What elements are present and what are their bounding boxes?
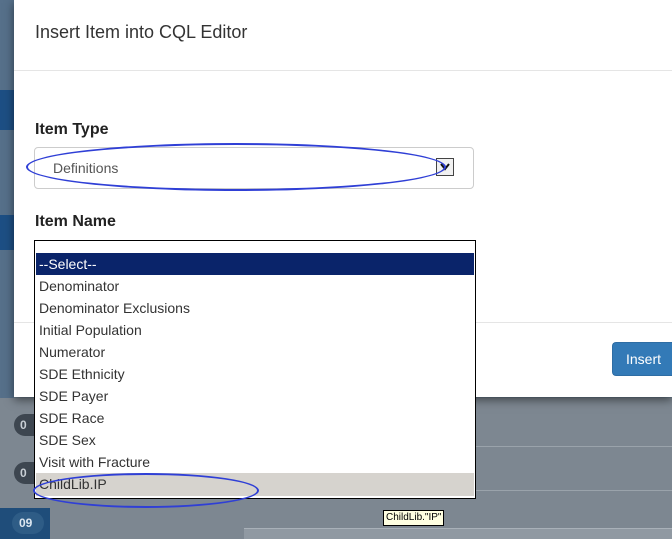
item-name-select-field[interactable] bbox=[35, 241, 475, 253]
modal-header: Insert Item into CQL Editor bbox=[14, 0, 672, 71]
background-sidebar-segment bbox=[0, 90, 14, 130]
list-option[interactable]: SDE Ethnicity bbox=[36, 363, 474, 385]
insert-button[interactable]: Insert bbox=[612, 342, 672, 376]
list-option[interactable]: SDE Race bbox=[36, 407, 474, 429]
item-type-value: Definitions bbox=[53, 160, 119, 176]
line-number-badge: 09 bbox=[12, 512, 44, 534]
list-option[interactable]: Denominator bbox=[36, 275, 474, 297]
list-option[interactable]: --Select-- bbox=[36, 253, 474, 275]
item-name-listbox[interactable]: --Select-- Denominator Denominator Exclu… bbox=[34, 240, 476, 499]
background-sidebar-segment bbox=[0, 215, 14, 250]
list-option[interactable]: SDE Sex bbox=[36, 429, 474, 451]
list-option[interactable]: Numerator bbox=[36, 341, 474, 363]
chevron-down-icon[interactable] bbox=[436, 158, 454, 176]
list-option[interactable]: SDE Payer bbox=[36, 385, 474, 407]
item-type-label: Item Type bbox=[35, 121, 109, 138]
list-option[interactable]: Denominator Exclusions bbox=[36, 297, 474, 319]
item-name-label: Item Name bbox=[35, 213, 116, 230]
modal-title: Insert Item into CQL Editor bbox=[35, 22, 248, 42]
list-option[interactable]: Initial Population bbox=[36, 319, 474, 341]
item-type-select[interactable]: Definitions bbox=[34, 147, 474, 189]
background-text-field bbox=[244, 528, 672, 539]
list-option[interactable]: ChildLib.IP bbox=[36, 473, 474, 496]
list-option[interactable]: Visit with Fracture bbox=[36, 451, 474, 473]
tooltip: ChildLib."IP" bbox=[383, 510, 445, 526]
